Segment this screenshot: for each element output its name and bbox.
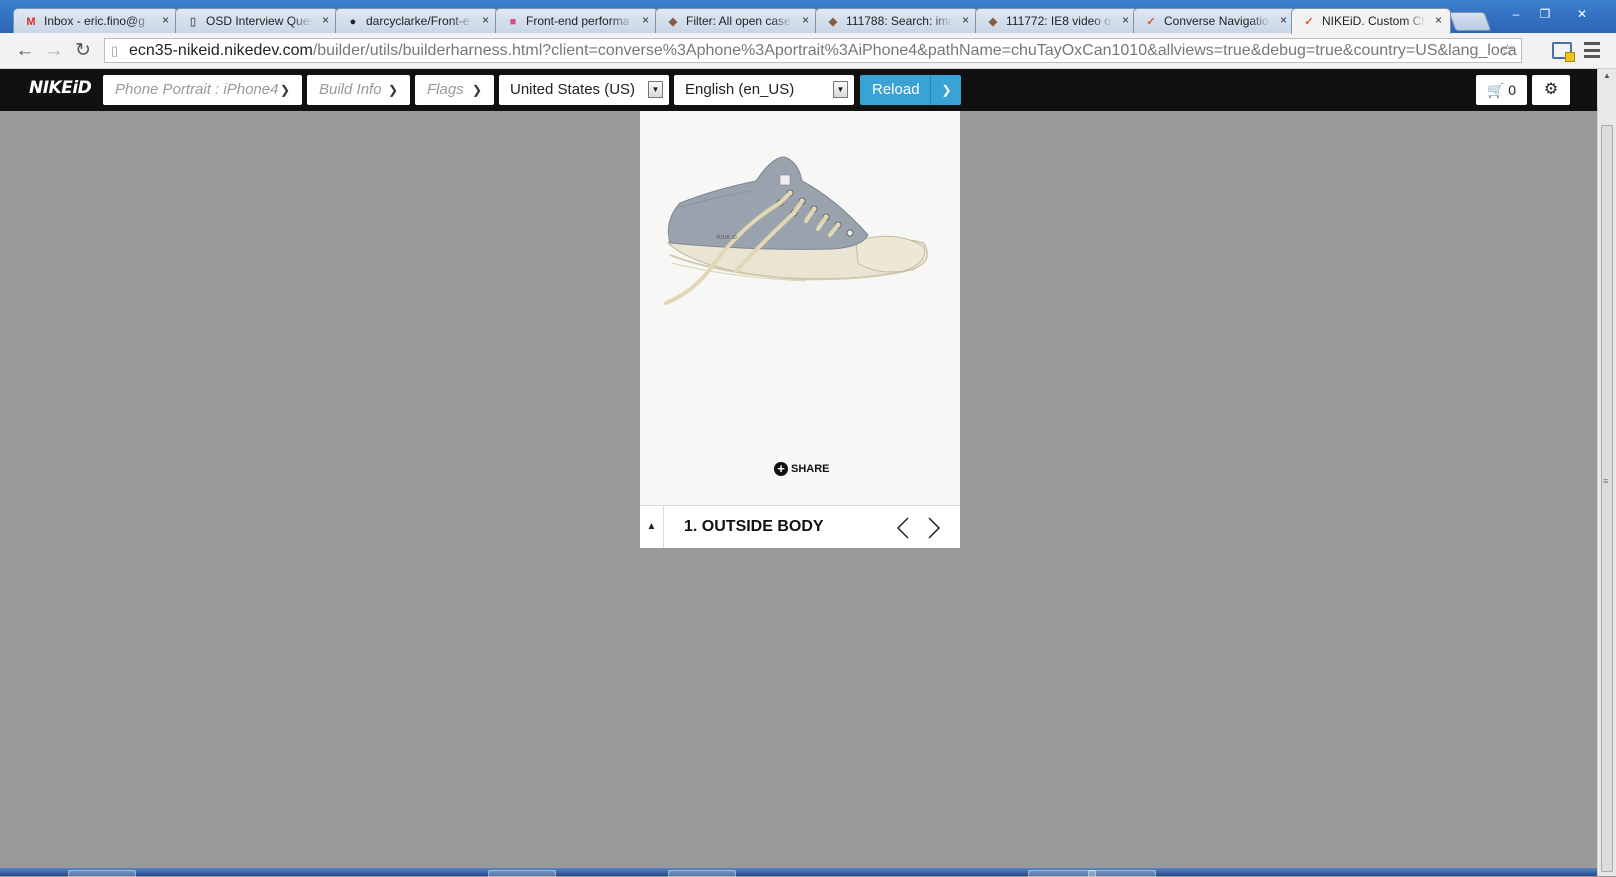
cart-button[interactable]: 🛒 0 <box>1476 75 1527 105</box>
bookmark-star-icon[interactable]: ☆ <box>1500 39 1515 62</box>
share-label: SHARE <box>791 463 830 475</box>
page-scrollbar[interactable]: ▲ ≡ <box>1597 69 1616 876</box>
restore-icon[interactable]: ❐ <box>1533 6 1557 23</box>
expand-up-arrow-icon[interactable]: ▲ <box>640 506 664 548</box>
close-tab-icon[interactable]: × <box>1435 13 1442 27</box>
browser-tab[interactable]: ▯ OSD Interview Ques × <box>175 8 338 33</box>
forward-arrow-icon[interactable]: → <box>43 40 65 62</box>
reload-page-icon[interactable]: ↻ <box>72 40 94 62</box>
bug-tracker-icon: ◆ <box>988 16 998 28</box>
grip-icon: ≡ <box>1603 476 1609 486</box>
tab-label: Front-end performa <box>526 14 630 28</box>
close-tab-icon[interactable]: × <box>482 13 489 27</box>
previous-step-chevron-icon[interactable] <box>894 516 912 540</box>
browser-tab[interactable]: ✓ NIKEiD. Custom Ch × <box>1291 8 1451 34</box>
tab-label: darcyclarke/Front-e <box>366 14 470 28</box>
close-window-icon[interactable]: ✕ <box>1570 6 1594 23</box>
browser-tab[interactable]: ● darcyclarke/Front-e × <box>335 8 498 33</box>
language-value: English (en_US) <box>685 81 795 98</box>
windows-taskbar <box>0 868 1597 877</box>
tab-label: Filter: All open case <box>686 14 791 28</box>
settings-gear-icon[interactable]: ⚙ <box>1532 75 1570 105</box>
select-arrow-icon[interactable]: ▼ <box>648 81 663 98</box>
browser-tab[interactable]: ✓ Converse Navigatio × <box>1133 8 1296 33</box>
country-select[interactable]: United States (US) ▼ <box>499 75 669 105</box>
country-value: United States (US) <box>510 81 636 98</box>
nikeid-logo: NIKEiD <box>29 78 92 98</box>
tab-label: 111788: Search: ima <box>846 14 953 28</box>
flags-label: Flags <box>427 81 464 98</box>
chevron-down-icon: ❯ <box>279 83 290 97</box>
device-dropdown[interactable]: Phone Portrait : iPhone4 ❯ <box>103 75 302 105</box>
tab-label: 111772: IE8 video ov <box>1006 14 1113 28</box>
bug-tracker-icon: ◆ <box>828 16 838 28</box>
reload-button[interactable]: Reload ❯ <box>860 75 961 105</box>
shoe-image[interactable]: YOUR iD <box>656 151 936 321</box>
swoosh-icon: ✓ <box>1146 16 1156 28</box>
close-tab-icon[interactable]: × <box>322 13 329 27</box>
reload-options-chevron-icon[interactable]: ❯ <box>930 75 962 105</box>
browser-tab[interactable]: ◆ Filter: All open case × <box>655 8 818 33</box>
browser-tab[interactable]: ◆ 111788: Search: ima × <box>815 8 978 33</box>
address-bar[interactable]: ▯ ecn35-nikeid.nikedev.com/builder/utils… <box>104 38 1522 63</box>
gmail-icon: M <box>26 15 36 28</box>
swoosh-icon: ✓ <box>1304 16 1314 28</box>
tab-label: NIKEiD. Custom Ch <box>1322 14 1426 28</box>
reload-label: Reload <box>872 81 920 98</box>
close-tab-icon[interactable]: × <box>1280 13 1287 27</box>
tab-label: Inbox - eric.fino@g <box>44 14 145 28</box>
plus-circle-icon: + <box>774 462 788 476</box>
device-dropdown-label: Phone Portrait : iPhone4 <box>115 81 279 98</box>
build-info-label: Build Info <box>319 81 382 98</box>
github-icon: ● <box>349 15 357 28</box>
scrollbar-thumb[interactable]: ≡ <box>1601 125 1613 872</box>
document-icon: ▯ <box>189 16 197 28</box>
shoe-brand-text: YOUR iD <box>715 235 737 241</box>
phone-viewport: YOUR iD + SHARE ▲ 1. OUTSIDE BODY <box>640 111 960 548</box>
slides-icon: ■ <box>509 15 517 28</box>
builder-harness-bar: NIKEiD Phone Portrait : iPhone4 ❯ Build … <box>0 69 1597 111</box>
close-tab-icon[interactable]: × <box>642 13 649 27</box>
cast-extension-icon[interactable] <box>1552 42 1575 62</box>
browser-tab[interactable]: M Inbox - eric.fino@g × <box>13 8 178 33</box>
step-title: 1. OUTSIDE BODY <box>684 518 824 535</box>
cart-icon: 🛒 <box>1486 82 1505 98</box>
scroll-up-arrow-icon[interactable]: ▲ <box>1603 71 1611 80</box>
browser-tab[interactable]: ■ Front-end performa × <box>495 8 658 33</box>
flags-dropdown[interactable]: Flags ❯ <box>415 75 494 105</box>
url-text: ecn35-nikeid.nikedev.com/builder/utils/b… <box>129 42 1517 59</box>
back-arrow-icon[interactable]: ← <box>14 40 36 62</box>
chevron-down-icon: ❯ <box>471 83 482 97</box>
language-select[interactable]: English (en_US) ▼ <box>674 75 854 105</box>
close-tab-icon[interactable]: × <box>162 13 169 27</box>
minimize-icon[interactable]: – <box>1504 6 1528 23</box>
tab-label: Converse Navigatio <box>1164 14 1269 28</box>
close-tab-icon[interactable]: × <box>962 13 969 27</box>
browser-toolbar: ← → ↻ ▯ ecn35-nikeid.nikedev.com/builder… <box>0 33 1616 69</box>
page-icon: ▯ <box>111 43 119 58</box>
chevron-down-icon: ❯ <box>387 83 398 97</box>
step-navigation-bar: ▲ 1. OUTSIDE BODY <box>640 505 960 548</box>
next-step-chevron-icon[interactable] <box>925 516 943 540</box>
build-info-dropdown[interactable]: Build Info ❯ <box>307 75 410 105</box>
tab-label: OSD Interview Ques <box>206 14 313 28</box>
browser-tab-strip: M Inbox - eric.fino@g × ▯ OSD Interview Ques… <box>0 0 1616 34</box>
select-arrow-icon[interactable]: ▼ <box>833 81 848 98</box>
cart-count: 0 <box>1508 82 1517 98</box>
close-tab-icon[interactable]: × <box>802 13 809 27</box>
close-tab-icon[interactable]: × <box>1122 13 1129 27</box>
share-button[interactable]: + SHARE <box>774 462 830 476</box>
browser-tab[interactable]: ◆ 111772: IE8 video ov × <box>975 8 1138 33</box>
new-tab-button[interactable] <box>1448 12 1492 31</box>
browser-menu-icon[interactable] <box>1584 42 1600 58</box>
bug-tracker-icon: ◆ <box>668 16 678 28</box>
